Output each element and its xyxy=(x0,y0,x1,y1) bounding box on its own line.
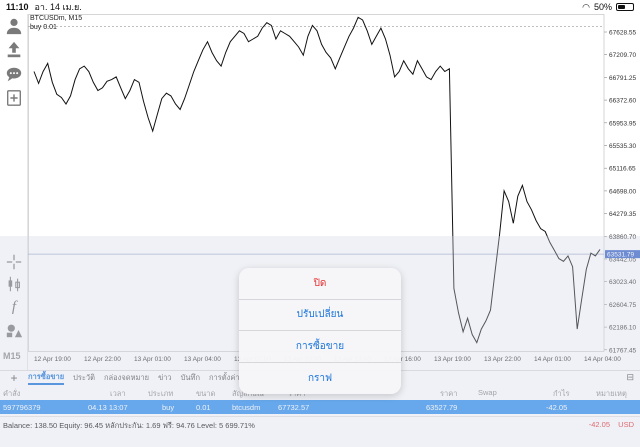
trade-button[interactable]: การซื้อขาย xyxy=(239,331,401,363)
chart-symbol: BTCUSDm, M15 xyxy=(30,15,83,22)
col-time: เวลา xyxy=(110,389,126,398)
x-tick-label: 14 Apr 04:00 xyxy=(584,356,621,363)
total-profit: -42.05 xyxy=(588,420,610,429)
col-volume: ขนาด xyxy=(196,389,216,398)
row-type: buy xyxy=(162,403,175,412)
status-right: ◠ 50% xyxy=(582,2,634,13)
table-row[interactable]: 597796379 04.13 13:07 buy 0.01 btcusdm 6… xyxy=(0,400,640,414)
row-profit: -42.05 xyxy=(546,403,568,412)
new-order-icon[interactable] xyxy=(4,88,24,108)
y-tick-label: 65116.65 xyxy=(609,166,636,173)
status-date: อา. 14 เม.ย. xyxy=(34,2,82,12)
y-tick-label: 64698.00 xyxy=(609,188,636,195)
x-tick-label: 12 Apr 19:00 xyxy=(34,356,71,363)
layout-icon[interactable]: ⊟ xyxy=(626,372,634,383)
x-tick-label: 12 Apr 22:00 xyxy=(84,356,121,363)
y-tick-label: 65535.30 xyxy=(609,143,636,150)
row-open-price: 67732.57 xyxy=(278,403,310,412)
y-tick-label: 62604.75 xyxy=(609,302,636,309)
y-tick-label: 65953.95 xyxy=(609,120,636,127)
wifi-icon: ◠ xyxy=(582,1,590,12)
y-tick-label: 63023.40 xyxy=(609,279,636,286)
x-tick-label: 13 Apr 04:00 xyxy=(184,356,221,363)
chart-button[interactable]: กราฟ xyxy=(239,363,401,395)
x-tick-label: 13 Apr 19:00 xyxy=(434,356,471,363)
row-volume: 0.01 xyxy=(196,403,211,412)
tab-trade[interactable]: การซื้อขาย xyxy=(28,371,65,385)
tab-history[interactable]: ประวัติ xyxy=(73,372,95,384)
currency-label: USD xyxy=(618,420,634,429)
chart-toolbar: f M15 xyxy=(0,14,28,370)
y-tick-label: 66791.25 xyxy=(609,75,636,82)
balance-bar: Balance: 138.50 Equity: 96.45 หลักประกัน… xyxy=(0,416,640,430)
app-root: { "status_bar": {"time": "11:10", "date"… xyxy=(0,0,640,447)
row-price: 63527.79 xyxy=(426,403,458,412)
tab-mailbox[interactable]: กล่องจดหมาย xyxy=(104,372,149,384)
battery-icon xyxy=(616,3,634,11)
row-order: 597796379 xyxy=(3,403,41,412)
x-tick-label: 13 Apr 22:00 xyxy=(484,356,521,363)
balance-text: Balance: 138.50 Equity: 96.45 หลักประกัน… xyxy=(3,421,255,430)
y-tick-label: 61767.45 xyxy=(609,347,636,354)
tab-journal[interactable]: บันทึก xyxy=(181,372,200,384)
status-time: 11:10 xyxy=(6,2,29,12)
account-icon[interactable] xyxy=(4,16,24,36)
y-tick-label: 64279.35 xyxy=(609,211,636,218)
x-tick-label: 14 Apr 01:00 xyxy=(534,356,571,363)
chart-order-label: buy 0.01 xyxy=(30,24,57,31)
tab-news[interactable]: ข่าว xyxy=(158,372,172,384)
col-price: ราคา xyxy=(440,389,458,398)
y-tick-label: 62186.10 xyxy=(609,325,636,332)
add-icon[interactable]: + xyxy=(0,371,28,385)
status-bar: 11:10 อา. 14 เม.ย. ◠ 50% xyxy=(0,0,640,14)
row-time: 04.13 13:07 xyxy=(88,403,128,412)
current-price-tag: 63531.79 xyxy=(607,252,634,259)
objects-icon[interactable] xyxy=(4,320,24,340)
battery-percent: 50% xyxy=(593,2,612,12)
y-tick-label: 67209.70 xyxy=(609,52,636,59)
col-type: ประเภท xyxy=(148,389,174,398)
crosshair-icon[interactable] xyxy=(4,252,24,272)
chat-icon[interactable] xyxy=(4,64,24,84)
col-swap: Swap xyxy=(478,388,497,397)
modify-button[interactable]: ปรับเปลี่ยน xyxy=(239,300,401,331)
close-position-button[interactable]: ปิด xyxy=(239,268,401,300)
y-tick-label: 67628.55 xyxy=(609,30,636,37)
col-comment: หมายเหตุ xyxy=(596,389,627,398)
trade-icon[interactable] xyxy=(4,40,24,60)
action-sheet: ปิด ปรับเปลี่ยน การซื้อขาย กราฟ xyxy=(239,268,401,394)
indicator-icon[interactable]: f xyxy=(4,297,24,317)
y-tick-label: 66372.60 xyxy=(609,98,636,105)
col-profit: กำไร xyxy=(553,389,570,398)
col-order: คำสั่ง xyxy=(3,389,21,398)
row-symbol: btcusdm xyxy=(232,403,261,412)
timeframe-label[interactable]: M15 xyxy=(3,351,21,361)
y-tick-label: 63860.70 xyxy=(609,234,636,241)
tab-settings[interactable]: การตั้งค่า xyxy=(209,372,240,384)
x-tick-label: 13 Apr 01:00 xyxy=(134,356,171,363)
candlestick-icon[interactable] xyxy=(4,274,24,294)
